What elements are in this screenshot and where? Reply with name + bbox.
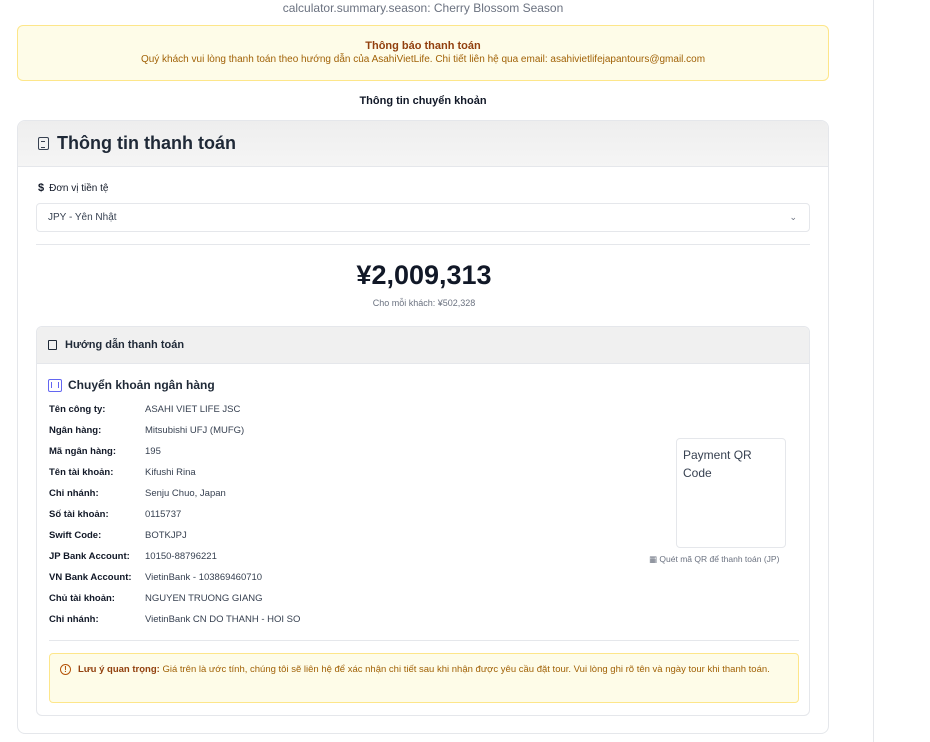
detail-row: Số tài khoản: 0115737 (49, 504, 300, 525)
detail-value: VietinBank - 103869460710 (145, 572, 263, 583)
notice-text: Quý khách vui lòng thanh toán theo hướng… (140, 54, 706, 65)
detail-value: 0115737 (145, 509, 182, 520)
detail-key: Chi nhánh: (49, 488, 99, 499)
bank-icon (48, 378, 62, 392)
detail-value: NGUYEN TRUONG GIANG (145, 593, 263, 604)
detail-row: Swift Code: BOTKJPJ (49, 525, 300, 546)
detail-row: VN Bank Account: VietinBank - 10386946071… (49, 567, 300, 588)
detail-key: Mã ngân hàng: (49, 446, 117, 457)
detail-value: Mitsubishi UFJ (MUFG) (145, 425, 245, 436)
detail-key: Tên công ty: (49, 404, 106, 415)
season-line: calculator.summary.season: Cherry Blosso… (282, 1, 564, 15)
right-sidebar-panel (873, 0, 930, 742)
currency-label: $ Đơn vị tiền tệ (38, 182, 109, 194)
currency-label-text: Đơn vị tiền tệ (49, 182, 109, 194)
qr-caption-text: Quét mã QR để thanh toán (JP) (659, 554, 780, 564)
detail-value: VietinBank CN DO THANH - HOI SO (145, 614, 301, 625)
detail-row: Chủ tài khoản: NGUYEN TRUONG GIANG (49, 588, 300, 609)
detail-key: Tên tài khoản: (49, 467, 114, 478)
detail-row: Tên tài khoản: Kifushi Rina (49, 462, 300, 483)
calculator-icon (38, 137, 49, 150)
transfer-heading: Thông tin chuyển khoản (359, 95, 487, 107)
detail-value: 10150-88796221 (145, 551, 217, 562)
payment-qr-code: Payment QR Code (676, 438, 786, 548)
guide-header: Hướng dẫn thanh toán (37, 327, 809, 364)
detail-value: 195 (145, 446, 161, 457)
detail-key: Ngân hàng: (49, 425, 102, 436)
bank-details: Tên công ty: ASAHI VIET LIFE JSC Ngân hàn… (49, 399, 300, 630)
guide-title: Hướng dẫn thanh toán (65, 339, 185, 351)
detail-key: Số tài khoản: (49, 509, 109, 520)
payment-guide-panel: Hướng dẫn thanh toán Chuyển khoản ngân h… (36, 326, 810, 716)
payment-info-card: Thông tin thanh toán $ Đơn vị tiền tệ JP… (17, 120, 829, 734)
detail-row: Mã ngân hàng: 195 (49, 441, 300, 462)
detail-row: Chi nhánh: VietinBank CN DO THANH - HOI S… (49, 609, 300, 630)
bank-transfer-title: Chuyển khoản ngân hàng (48, 378, 215, 392)
warning-text: Giá trên là ước tính, chúng tôi sẽ liên … (162, 664, 770, 675)
detail-key: Chi nhánh: (49, 614, 99, 625)
detail-value: ASAHI VIET LIFE JSC (145, 404, 241, 415)
detail-key: VN Bank Account: (49, 572, 132, 583)
detail-row: Chi nhánh: Senju Chuo, Japan (49, 483, 300, 504)
detail-value: Senju Chuo, Japan (145, 488, 226, 499)
detail-key: Chủ tài khoản: (49, 593, 115, 604)
qr-scan-icon: ▦ (649, 554, 658, 564)
important-note: ! Lưu ý quan trọng: Giá trên là ước tính… (49, 653, 799, 703)
detail-value: BOTKJPJ (145, 530, 187, 541)
divider (36, 244, 810, 245)
divider (49, 640, 799, 641)
bank-transfer-label: Chuyển khoản ngân hàng (68, 378, 215, 392)
detail-row: JP Bank Account: 10150-88796221 (49, 546, 300, 567)
alert-circle-icon: ! (60, 664, 71, 675)
qr-caption: ▦ Quét mã QR để thanh toán (JP) (649, 554, 779, 565)
detail-value: Kifushi Rina (145, 467, 196, 478)
notice-title: Thông báo thanh toán (365, 40, 481, 52)
card-header: Thông tin thanh toán (18, 121, 828, 167)
warning-label: Lưu ý quan trọng: (78, 664, 160, 675)
document-icon (48, 340, 57, 350)
detail-row: Ngân hàng: Mitsubishi UFJ (MUFG) (49, 420, 300, 441)
currency-selected-value: JPY - Yên Nhật (48, 212, 117, 223)
dollar-icon: $ (38, 182, 45, 194)
detail-key: JP Bank Account: (49, 551, 130, 562)
currency-select[interactable]: JPY - Yên Nhật ⌄ (36, 203, 810, 232)
per-person-amount: Cho mỗi khách: ¥502,328 (372, 298, 476, 308)
card-title: Thông tin thanh toán (57, 133, 236, 153)
total-amount: ¥2,009,313 (356, 260, 492, 290)
detail-row: Tên công ty: ASAHI VIET LIFE JSC (49, 399, 300, 420)
payment-notice: Thông báo thanh toán Quý khách vui lòng … (17, 25, 829, 81)
detail-key: Swift Code: (49, 530, 102, 541)
chevron-down-icon: ⌄ (789, 212, 797, 222)
